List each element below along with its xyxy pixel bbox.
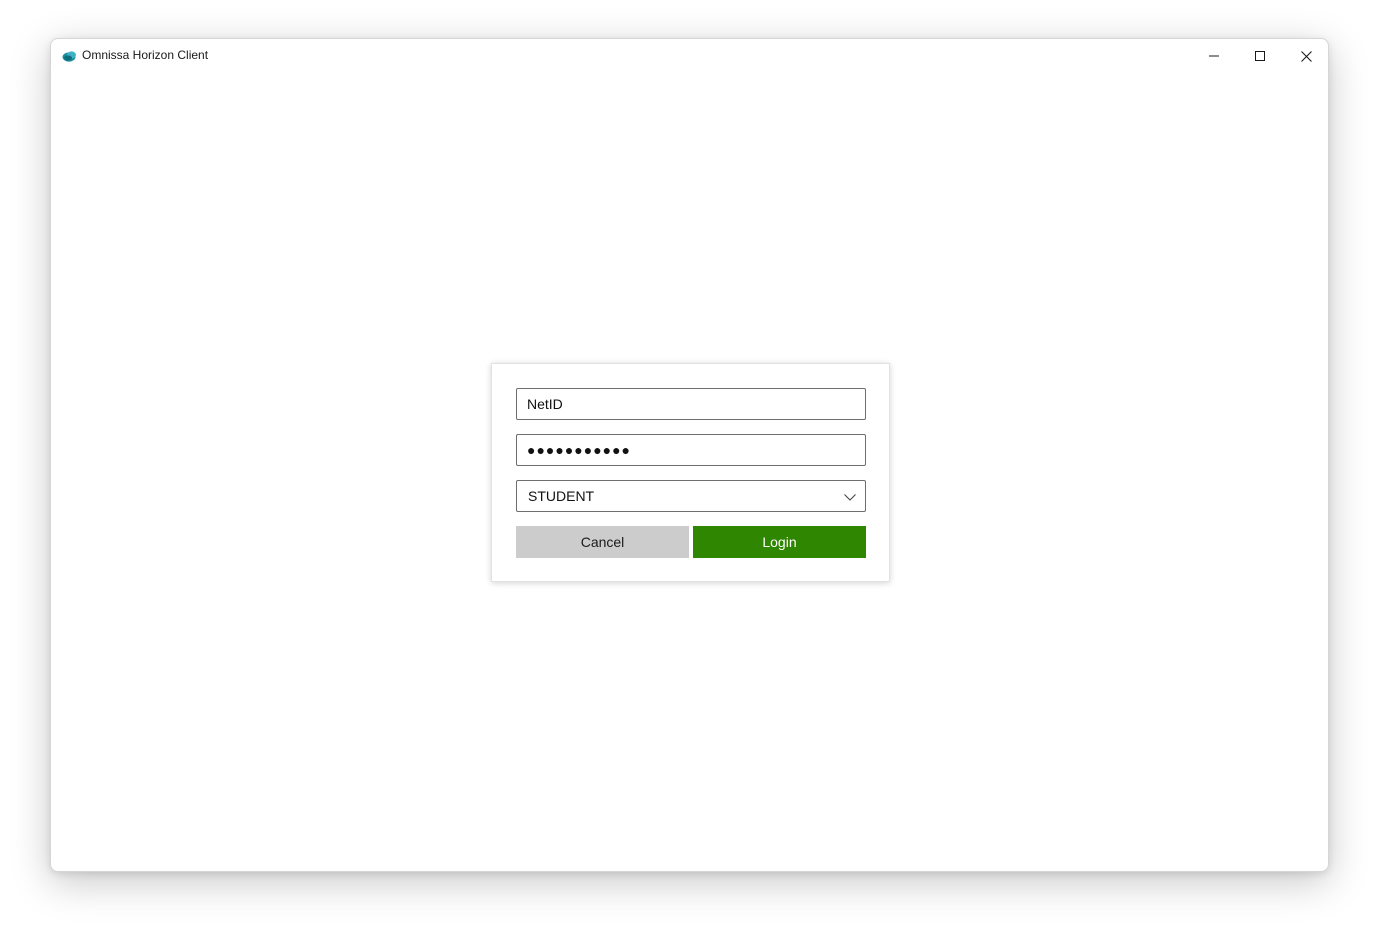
maximize-icon bbox=[1255, 51, 1265, 61]
app-logo-icon bbox=[62, 49, 78, 62]
login-dialog: STUDENT Cancel Login bbox=[491, 363, 890, 582]
app-window: Omnissa Horizon Client STUDENT bbox=[50, 38, 1329, 872]
chevron-down-icon bbox=[843, 490, 857, 504]
username-field[interactable] bbox=[516, 388, 866, 420]
cancel-button[interactable]: Cancel bbox=[516, 526, 689, 558]
domain-select[interactable]: STUDENT bbox=[516, 480, 866, 512]
minimize-button[interactable] bbox=[1191, 39, 1237, 73]
minimize-icon bbox=[1209, 51, 1219, 61]
maximize-button[interactable] bbox=[1237, 39, 1283, 73]
password-input[interactable] bbox=[517, 435, 865, 465]
domain-selected-value: STUDENT bbox=[528, 488, 595, 504]
title-bar[interactable]: Omnissa Horizon Client bbox=[51, 39, 1328, 73]
login-button[interactable]: Login bbox=[693, 526, 866, 558]
window-title: Omnissa Horizon Client bbox=[82, 48, 209, 62]
close-button[interactable] bbox=[1283, 39, 1328, 73]
password-field[interactable] bbox=[516, 434, 866, 466]
username-input[interactable] bbox=[517, 389, 865, 419]
close-icon bbox=[1300, 50, 1312, 62]
